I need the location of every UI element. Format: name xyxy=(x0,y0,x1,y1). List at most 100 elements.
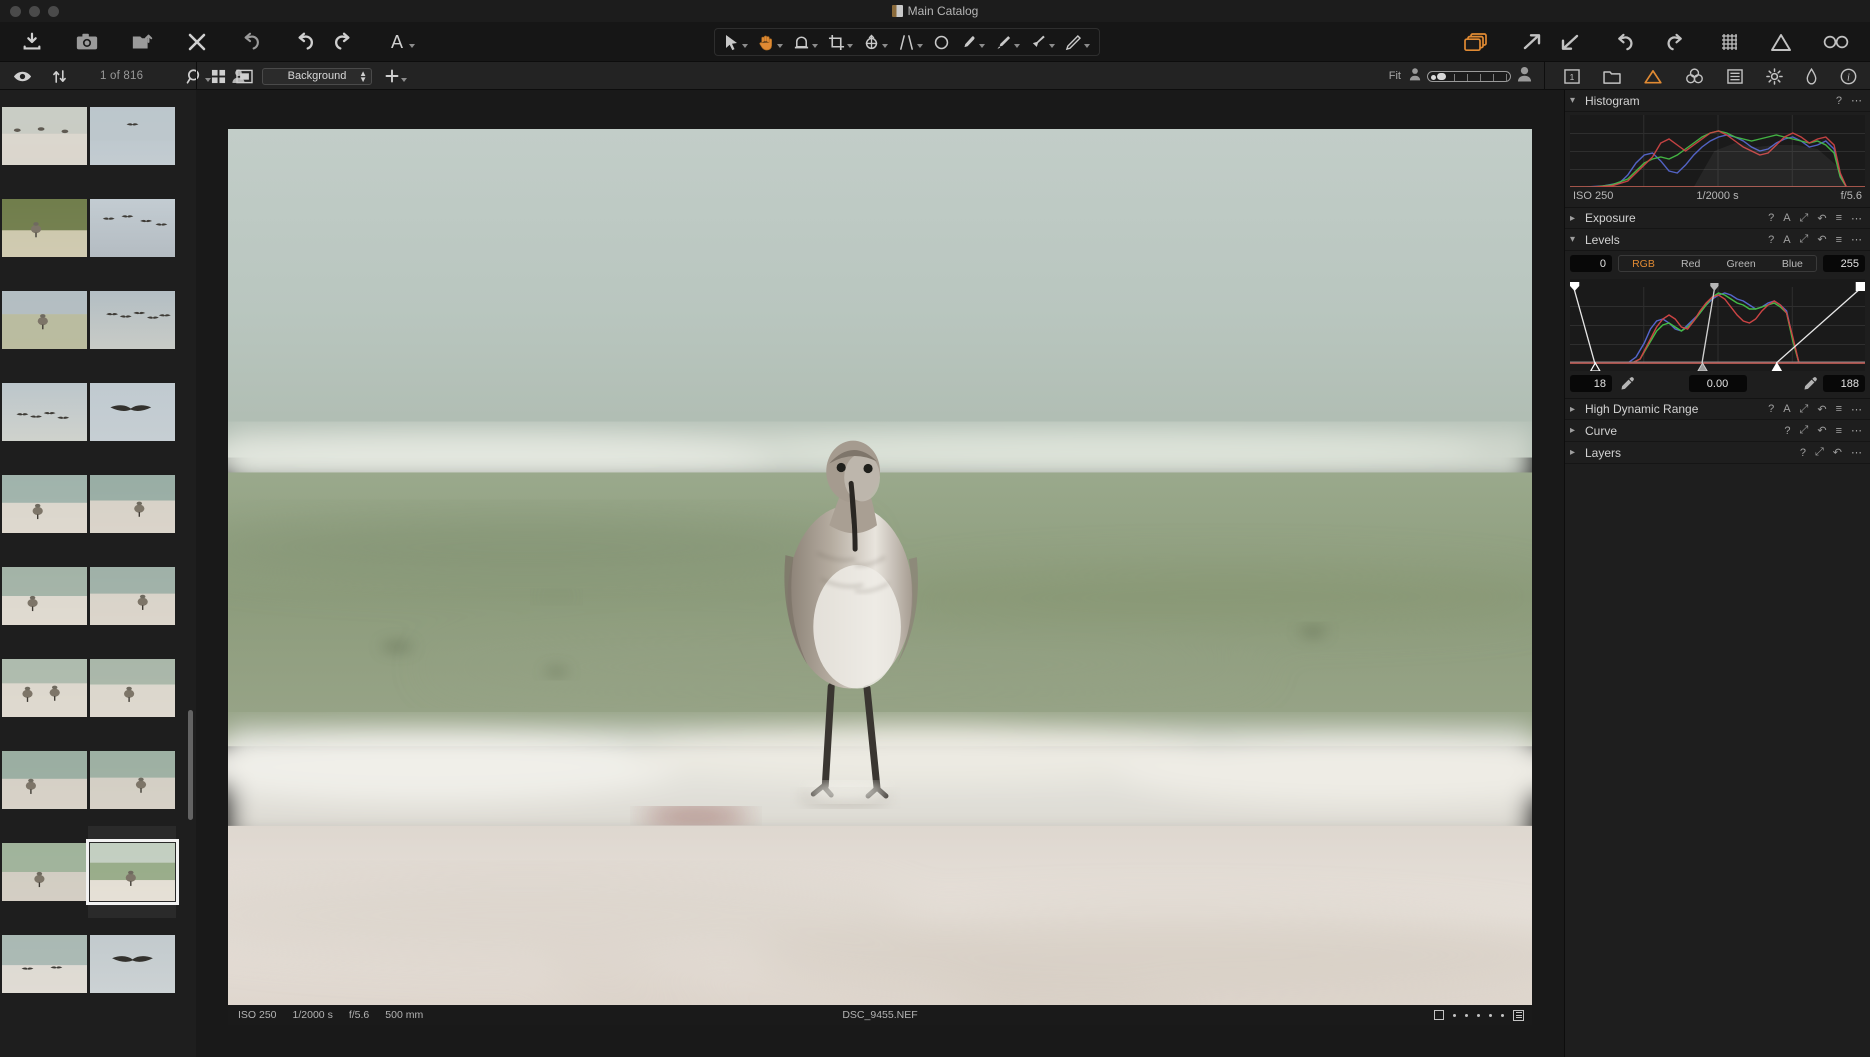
proof-glasses-icon[interactable] xyxy=(1818,32,1854,52)
tab-details[interactable] xyxy=(1722,67,1748,86)
copy-apply-icon[interactable]: ⤢ xyxy=(1800,212,1809,225)
filmstrip-scrollbar[interactable] xyxy=(188,710,193,820)
sort-order-icon[interactable] xyxy=(47,67,72,86)
more-icon[interactable]: ⋯ xyxy=(1851,233,1862,246)
tab-lens[interactable] xyxy=(1801,66,1822,87)
capture-icon[interactable] xyxy=(70,29,104,55)
rating-dot[interactable] xyxy=(1453,1013,1456,1017)
tab-exposure[interactable] xyxy=(1639,67,1667,86)
panel-hdr-actions[interactable]: ? A ⤢ ↶ ≡ ⋯ xyxy=(1768,403,1862,416)
chevron-right-icon[interactable]: ▸ xyxy=(1570,404,1582,415)
more-icon[interactable]: ⋯ xyxy=(1851,212,1862,225)
thumbnail-image[interactable] xyxy=(1,843,87,901)
chevron-right-icon[interactable]: ▸ xyxy=(1570,447,1582,458)
thumbnail-cell[interactable] xyxy=(0,642,88,734)
reset-icon[interactable]: ↶ xyxy=(1833,446,1842,459)
channel-blue[interactable]: Blue xyxy=(1782,258,1803,270)
add-layer-icon[interactable] xyxy=(380,67,412,85)
thumbnail-image[interactable] xyxy=(1,751,87,809)
import-images-icon[interactable] xyxy=(16,29,48,55)
chevron-down-icon[interactable] xyxy=(401,77,407,82)
help-icon[interactable]: ? xyxy=(1784,425,1790,437)
keystone-tool[interactable] xyxy=(893,32,928,53)
more-icon[interactable]: ⋯ xyxy=(1851,424,1862,437)
rating-dot[interactable] xyxy=(1501,1013,1504,1017)
thumbnail-cell[interactable] xyxy=(88,734,176,826)
help-icon[interactable]: ? xyxy=(1768,212,1774,224)
rotate-tool[interactable] xyxy=(858,32,893,53)
thumbnail-image[interactable] xyxy=(89,751,175,809)
more-icon[interactable]: ⋯ xyxy=(1851,403,1862,416)
thumbnail-cell[interactable] xyxy=(85,826,179,918)
crop-tool[interactable] xyxy=(823,32,858,53)
brush-tool[interactable] xyxy=(990,32,1025,53)
warning-icon[interactable] xyxy=(1766,31,1796,54)
chevron-down-icon[interactable] xyxy=(917,43,923,48)
panel-layers-header[interactable]: ▸ Layers ? ⤢ ↶ ⋯ xyxy=(1565,442,1870,464)
panel-hdr-header[interactable]: ▸ High Dynamic Range ? A ⤢ ↶ ≡ ⋯ xyxy=(1565,398,1870,420)
rating-dot[interactable] xyxy=(1489,1013,1492,1017)
presets-icon[interactable]: ≡ xyxy=(1836,234,1842,246)
chevron-down-icon[interactable] xyxy=(777,43,783,48)
thumbnail-cell[interactable] xyxy=(88,642,176,734)
thumbnail-image[interactable] xyxy=(1,383,87,441)
copy-apply-icon[interactable]: ⤢ xyxy=(1800,233,1809,246)
panel-histogram-header[interactable]: ▾ Histogram ? ⋯ xyxy=(1565,90,1870,112)
chevron-down-icon[interactable] xyxy=(847,43,853,48)
thumbnail-image[interactable] xyxy=(89,383,175,441)
chevron-down-icon[interactable] xyxy=(979,43,985,48)
delete-icon[interactable] xyxy=(182,30,212,54)
channel-red[interactable]: Red xyxy=(1681,258,1700,270)
thumbnail-image[interactable] xyxy=(85,839,179,905)
zoom-fit-label[interactable]: Fit xyxy=(1389,70,1401,82)
undo-icon[interactable] xyxy=(288,29,320,55)
chevron-down-icon[interactable] xyxy=(1049,43,1055,48)
help-icon[interactable]: ? xyxy=(1768,403,1774,415)
reset-icon[interactable]: ↶ xyxy=(1817,233,1826,246)
panel-curve-actions[interactable]: ? ⤢ ↶ ≡ ⋯ xyxy=(1784,424,1862,437)
zoom-in-person-icon[interactable] xyxy=(1517,66,1532,87)
viewer-badges[interactable] xyxy=(1434,1009,1524,1021)
reset-icon[interactable]: ↶ xyxy=(1817,424,1826,437)
thumbnail-cell[interactable] xyxy=(88,366,176,458)
eyedropper-shadow-icon[interactable] xyxy=(1618,376,1634,392)
thumbnail-image[interactable] xyxy=(1,659,87,717)
levels-input-highlight[interactable]: 188 xyxy=(1823,375,1865,392)
levels-input-shadow[interactable]: 18 xyxy=(1570,375,1612,392)
slider-knob[interactable] xyxy=(1437,72,1446,80)
chevron-down-icon[interactable] xyxy=(1084,43,1090,48)
thumbnail-image[interactable] xyxy=(89,475,175,533)
tab-library[interactable] xyxy=(1598,67,1626,86)
channel-rgb[interactable]: RGB xyxy=(1632,258,1655,270)
thumbnail-image[interactable] xyxy=(1,935,87,993)
zoom-slider-group[interactable] xyxy=(1409,66,1532,87)
image-viewer[interactable]: ISO 250 1/2000 s f/5.6 500 mm DSC_9455.N… xyxy=(196,90,1564,1057)
zoom-out-person-icon[interactable] xyxy=(1409,67,1421,86)
channel-green[interactable]: Green xyxy=(1727,258,1756,270)
thumbnail-cell[interactable] xyxy=(0,918,88,1010)
reset-icon[interactable]: ↶ xyxy=(1817,212,1826,225)
thumbnail-image[interactable] xyxy=(1,107,87,165)
viewer-canvas[interactable]: ISO 250 1/2000 s f/5.6 500 mm DSC_9455.N… xyxy=(228,129,1532,1025)
thumbnail-image[interactable] xyxy=(89,567,175,625)
rating-dot[interactable] xyxy=(1477,1013,1480,1017)
presets-icon[interactable]: ≡ xyxy=(1836,403,1842,415)
thumbnail-cell[interactable] xyxy=(0,90,88,182)
tab-metadata[interactable]: i xyxy=(1835,66,1862,87)
view-mode-toggle[interactable] xyxy=(208,67,254,85)
chevron-down-icon[interactable]: ▾ xyxy=(1570,95,1582,106)
annotate-icon[interactable]: A xyxy=(382,29,420,55)
chevron-down-icon[interactable]: ▾ xyxy=(1570,234,1582,245)
more-icon[interactable]: ⋯ xyxy=(1851,94,1862,107)
thumbnail-cell[interactable] xyxy=(0,458,88,550)
draw-mask-tool[interactable] xyxy=(955,32,990,53)
layer-select[interactable]: Background ▲ ▼ xyxy=(262,67,372,85)
thumbnail-image[interactable] xyxy=(89,107,175,165)
levels-output-max[interactable]: 255 xyxy=(1823,255,1865,272)
levels-chart[interactable] xyxy=(1570,279,1865,372)
auto-icon[interactable]: A xyxy=(1783,212,1790,224)
browser-filmstrip[interactable] xyxy=(0,90,196,1057)
levels-output-min[interactable]: 0 xyxy=(1570,255,1612,272)
panel-layers-actions[interactable]: ? ⤢ ↶ ⋯ xyxy=(1800,446,1862,459)
panel-histogram-actions[interactable]: ? ⋯ xyxy=(1836,94,1862,108)
